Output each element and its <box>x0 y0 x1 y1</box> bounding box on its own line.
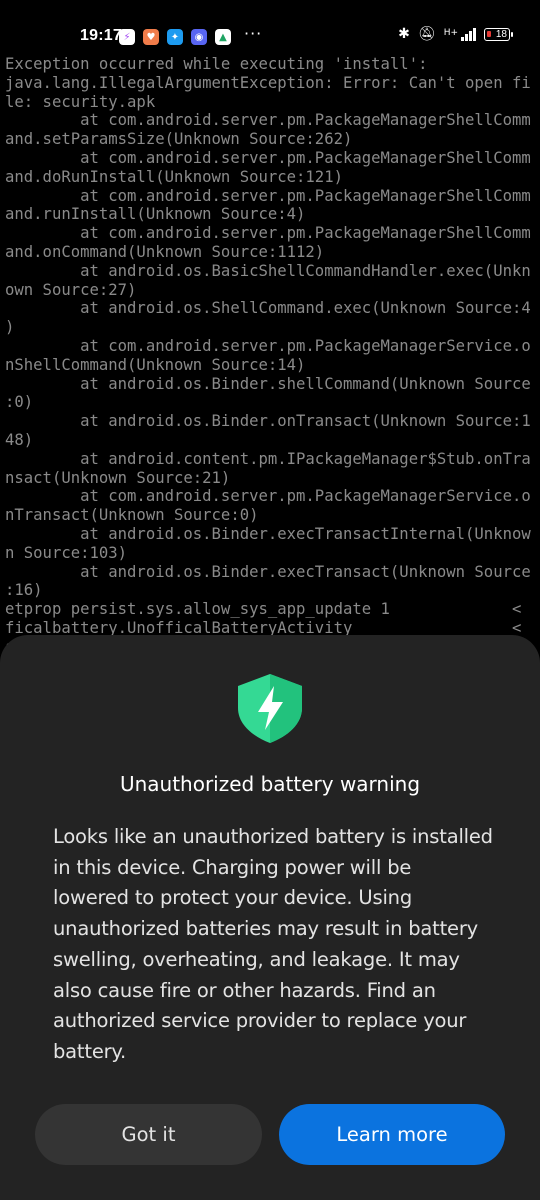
terminal-line-text: own Source:27) <box>5 280 137 299</box>
terminal-line-text: 48) <box>5 430 34 449</box>
terminal-line-text: etprop persist.sys.allow_sys_app_update … <box>5 600 390 619</box>
terminal-line: and.runInstall(Unknown Source:4) <box>5 205 540 224</box>
terminal-line: Exception occurred while executing 'inst… <box>5 55 540 74</box>
terminal-line: :16) <box>5 581 540 600</box>
terminal-line: at android.os.Binder.shellCommand(Unknow… <box>5 375 540 394</box>
health-icon: ♥ <box>143 29 159 45</box>
terminal-line-text: and.onCommand(Unknown Source:1112) <box>5 242 325 261</box>
terminal-line: java.lang.IllegalArgumentException: Erro… <box>5 74 540 93</box>
terminal-line-text: and.doRunInstall(Unknown Source:121) <box>5 167 343 186</box>
terminal-output: Exception occurred while executing 'inst… <box>5 55 540 657</box>
terminal-line: at com.android.server.pm.PackageManagerS… <box>5 224 540 243</box>
terminal-line: nShellCommand(Unknown Source:14) <box>5 356 540 375</box>
system-icons: ✱ 🔕︎ H+ 18 <box>398 26 513 42</box>
terminal-line: nsact(Unknown Source:21) <box>5 469 540 488</box>
terminal-line-text: at android.os.BasicShellCommandHandler.e… <box>5 261 531 280</box>
terminal-line: :0) <box>5 393 540 412</box>
terminal-line: at com.android.server.pm.PackageManagerS… <box>5 487 540 506</box>
terminal-line-text: at com.android.server.pm.PackageManagerS… <box>5 148 531 167</box>
terminal-line-text: nShellCommand(Unknown Source:14) <box>5 355 306 374</box>
notification-icons: ⚡ ♥ ✦ ◉ ▲ <box>119 29 231 45</box>
terminal-line-text: at com.android.server.pm.PackageManagerS… <box>5 487 531 506</box>
got-it-button[interactable]: Got it <box>35 1104 262 1165</box>
terminal-line-text: and.setParamsSize(Unknown Source:262) <box>5 130 353 149</box>
twitter-icon: ✦ <box>167 29 183 45</box>
terminal-line-text: ) <box>5 318 15 337</box>
network-type-label: H+ <box>443 27 458 38</box>
terminal-line-text: and.runInstall(Unknown Source:4) <box>5 205 306 224</box>
terminal-line: at android.os.BasicShellCommandHandler.e… <box>5 262 540 281</box>
bluetooth-icon: ✱ <box>398 26 410 42</box>
terminal-line: nTransact(Unknown Source:0) <box>5 506 540 525</box>
discord-icon: ◉ <box>191 29 207 45</box>
terminal-line-text: at com.android.server.pm.PackageManagerS… <box>5 111 531 130</box>
terminal-line: at android.content.pm.IPackageManager$St… <box>5 450 540 469</box>
terminal-line: at com.android.server.pm.PackageManagerS… <box>5 111 540 130</box>
terminal-line: and.setParamsSize(Unknown Source:262) <box>5 130 540 149</box>
status-bar: 19:17 ⚡ ♥ ✦ ◉ ▲ ··· ✱ 🔕︎ H+ 18 <box>0 0 540 56</box>
terminal-line-text: at com.android.server.pm.PackageManagerS… <box>5 224 531 243</box>
terminal-line: n Source:103) <box>5 544 540 563</box>
vibrate-muted-icon: 🔕︎ <box>417 26 436 42</box>
terminal-line: own Source:27) <box>5 281 540 300</box>
learn-more-button[interactable]: Learn more <box>279 1104 505 1165</box>
shield-lightning-icon <box>238 674 302 743</box>
more-notifications-icon: ··· <box>244 24 263 43</box>
terminal-line-text: at com.android.server.pm.PackageManagerS… <box>5 186 531 205</box>
terminal-line-text: Exception occurred while executing 'inst… <box>5 55 428 73</box>
dialog-title: Unauthorized battery warning <box>119 772 421 796</box>
terminal-line-text: at android.content.pm.IPackageManager$St… <box>5 449 531 468</box>
terminal-line-text: at android.os.Binder.execTransactInterna… <box>5 524 531 543</box>
terminal-line: le: security.apk <box>5 93 540 112</box>
terminal-line: at com.android.server.pm.PackageManagerS… <box>5 149 540 168</box>
battery-icon: 18 <box>484 27 513 41</box>
terminal-line-text: at android.os.Binder.shellCommand(Unknow… <box>5 374 531 393</box>
terminal-line: 48) <box>5 431 540 450</box>
terminal-line: at com.android.server.pm.PackageManagerS… <box>5 337 540 356</box>
terminal-line: at android.os.Binder.execTransactInterna… <box>5 525 540 544</box>
terminal-line: at android.os.Binder.onTransact(Unknown … <box>5 412 540 431</box>
line-truncated-marker: < <box>512 600 522 619</box>
terminal-line: and.onCommand(Unknown Source:1112) <box>5 243 540 262</box>
terminal-line-text: :0) <box>5 393 34 412</box>
terminal-line-text: :16) <box>5 581 43 600</box>
terminal-line: etprop persist.sys.allow_sys_app_update … <box>5 600 540 619</box>
terminal-line-text: nTransact(Unknown Source:0) <box>5 506 259 525</box>
battery-level: 18 <box>495 28 507 40</box>
terminal-line-text: at android.os.ShellCommand.exec(Unknown … <box>5 299 531 318</box>
terminal-line: and.doRunInstall(Unknown Source:121) <box>5 168 540 187</box>
terminal-line-text: le: security.apk <box>5 92 156 111</box>
terminal-line: at com.android.server.pm.PackageManagerS… <box>5 187 540 206</box>
terminal-line-text: nsact(Unknown Source:21) <box>5 468 231 487</box>
terminal-line: at android.os.Binder.execTransact(Unknow… <box>5 563 540 582</box>
google-drive-icon: ▲ <box>215 29 231 45</box>
messenger-icon: ⚡ <box>119 29 135 45</box>
terminal-line-text: at com.android.server.pm.PackageManagerS… <box>5 336 531 355</box>
terminal-line-text: at android.os.Binder.execTransact(Unknow… <box>5 562 531 581</box>
dialog-message: Looks like an unauthorized battery is in… <box>53 825 493 1063</box>
terminal-line-text: java.lang.IllegalArgumentException: Erro… <box>5 73 531 92</box>
terminal-line-text: n Source:103) <box>5 543 128 562</box>
terminal-line: ) <box>5 318 540 337</box>
clock: 19:17 <box>80 27 122 44</box>
signal-icon: H+ <box>443 27 476 41</box>
terminal-line-text: at android.os.Binder.onTransact(Unknown … <box>5 412 531 431</box>
terminal-line: at android.os.ShellCommand.exec(Unknown … <box>5 299 540 318</box>
